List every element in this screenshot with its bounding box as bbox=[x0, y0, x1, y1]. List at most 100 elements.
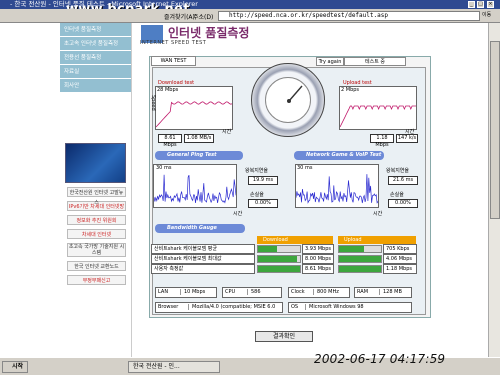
bandwidth-row-label: 산비트shark 케이블모뎀 최대값 bbox=[151, 254, 255, 264]
bandwidth-down-value: 8.00 Mbps bbox=[302, 254, 334, 264]
browser-label: Browser bbox=[158, 304, 179, 310]
bandwidth-upload-header: Upload bbox=[338, 236, 416, 244]
bandwidth-up-fill bbox=[339, 256, 381, 262]
banner-corruption-report[interactable]: 부정부패신고 bbox=[67, 275, 126, 285]
ping-loss-value: 0.00% bbox=[248, 199, 278, 208]
bandwidth-up-bar bbox=[338, 245, 382, 253]
os-value: Microsoft Windows 98 bbox=[305, 304, 364, 310]
game-avg-value: 21.6 ms bbox=[388, 176, 418, 185]
ping-series-line bbox=[153, 174, 237, 204]
bandwidth-up-value: 1.18 Mbps bbox=[383, 264, 417, 274]
download-graph-svg bbox=[155, 101, 233, 128]
ping-axis-label: 시간 bbox=[233, 211, 243, 217]
clock-value: 800 MHz bbox=[313, 289, 339, 295]
game-avg-label: 왕복지연율 bbox=[386, 168, 410, 174]
banner-committee[interactable]: 정보화 추진 위원회 bbox=[67, 215, 126, 225]
clock-info: Clock 800 MHz bbox=[288, 287, 350, 298]
cpu-info: CPU 586 bbox=[222, 287, 282, 298]
sidebar-item-archive[interactable]: 자료실 bbox=[60, 65, 131, 79]
speed-gauge bbox=[251, 63, 325, 137]
upload-graph-svg bbox=[339, 105, 416, 128]
banner-support-system[interactable]: 초고속 국가망 기술지원 시스템 bbox=[67, 243, 126, 257]
left-blank-area bbox=[0, 23, 60, 357]
clock-label: Clock bbox=[291, 289, 305, 295]
bandwidth-down-bar bbox=[257, 245, 301, 253]
sidebar-promo-image bbox=[65, 143, 126, 183]
bandwidth-up-bar bbox=[338, 255, 382, 263]
close-button[interactable]: × bbox=[487, 1, 494, 8]
scrollbar-thumb[interactable] bbox=[490, 41, 500, 219]
game-axis-label: 시간 bbox=[373, 211, 383, 217]
bandwidth-down-fill bbox=[258, 246, 278, 252]
address-toolbar: 즐겨찾기(A) 주소(D) http://speed.nca.or.kr/spe… bbox=[0, 9, 500, 23]
lan-value: 10 Mbps bbox=[180, 289, 206, 295]
download-speed-mbs: 1.08 MB/s bbox=[184, 134, 214, 143]
clock-overlay: 2002-06-17 04:17:59 bbox=[314, 352, 446, 366]
gauge-hub bbox=[287, 99, 291, 103]
browser-value: Mozilla/4.0 (compatible; MSIE 6.0 bbox=[188, 304, 276, 310]
download-y-label: Speed bbox=[150, 95, 156, 111]
ping-avg-value: 19.9 ms bbox=[248, 176, 278, 185]
address-label: 주소(D) bbox=[193, 14, 214, 21]
sidebar-item-broadband[interactable]: 초고속 인터넷 품질측정 bbox=[60, 37, 131, 51]
upload-series-line bbox=[339, 105, 416, 128]
upload-speed-kbs: 147 k/s bbox=[396, 134, 418, 143]
sidebar-item-company[interactable]: 회사안 bbox=[60, 79, 131, 93]
banner-next-internet[interactable]: 차세대 인터넷 bbox=[67, 229, 126, 239]
os-label: OS bbox=[291, 304, 299, 310]
ping-avg-label: 왕복지연율 bbox=[245, 168, 269, 174]
sidebar-item-quality[interactable]: 인터넷 품질측정 bbox=[60, 23, 131, 37]
bandwidth-down-fill bbox=[258, 256, 298, 262]
download-speed-mbps: 8.61 Mbps bbox=[158, 134, 182, 148]
page-title: 인터넷 품질측정 bbox=[168, 26, 250, 40]
ram-info: RAM 128 MB bbox=[354, 287, 412, 298]
ping-section-bar: General Ping Test bbox=[155, 151, 243, 160]
gauge-needle-svg bbox=[287, 85, 303, 103]
page-subtitle: INTERNET SPEED TEST bbox=[140, 40, 207, 46]
sidebar: 인터넷 품질측정 초고속 인터넷 품질측정 전용선 품질측정 자료실 회사안 한… bbox=[60, 23, 132, 357]
upload-peak-label: 2 Mbps bbox=[341, 87, 360, 93]
ram-label: RAM bbox=[357, 289, 369, 295]
sidebar-item-leased-line[interactable]: 전용선 품질측정 bbox=[60, 51, 131, 65]
upload-speed-mbps: 1.18 Mbps bbox=[370, 134, 394, 148]
cpu-label: CPU bbox=[225, 289, 236, 295]
vertical-scrollbar[interactable] bbox=[488, 23, 500, 357]
address-input[interactable]: http://speed.nca.or.kr/speedtest/default… bbox=[218, 11, 480, 21]
tab-wan-test[interactable]: WAN TEST bbox=[151, 56, 196, 66]
maximize-button[interactable]: □ bbox=[477, 1, 484, 8]
bandwidth-down-value: 3.93 Mbps bbox=[302, 244, 334, 254]
cpu-value: 586 bbox=[247, 289, 261, 295]
ping-graph-svg bbox=[153, 174, 237, 204]
bandwidth-row-label: 사용자 측정값 bbox=[151, 264, 255, 274]
os-info: OS Microsoft Windows 98 bbox=[288, 302, 412, 313]
banner-ipv6[interactable]: IPv6기반 차세대 인터넷망 bbox=[67, 201, 126, 211]
bandwidth-up-fill bbox=[339, 266, 381, 272]
banner-news[interactable]: 한국전산원 인터넷 고발뉴스 bbox=[67, 187, 126, 206]
ram-value: 128 MB bbox=[379, 289, 402, 295]
game-loss-label: 손실율 bbox=[390, 192, 404, 198]
gauge-needle bbox=[288, 85, 303, 102]
taskbar-item-ie[interactable]: 한국 전산원 - 인... bbox=[128, 361, 220, 373]
go-button[interactable]: 이동 bbox=[482, 11, 491, 18]
game-peak-label: 30 ms bbox=[297, 165, 313, 171]
download-axis-label: 시간 bbox=[222, 129, 232, 135]
lan-label: LAN bbox=[158, 289, 169, 295]
bandwidth-down-value: 8.61 Mbps bbox=[302, 264, 334, 274]
game-loss-value: 0.00% bbox=[388, 199, 418, 208]
ping-loss-label: 손실율 bbox=[250, 192, 264, 198]
minimize-button[interactable]: _ bbox=[468, 1, 475, 8]
confirm-result-button[interactable]: 결과확인 bbox=[255, 331, 313, 342]
bandwidth-section-bar: Bandwidth Gauge bbox=[155, 224, 245, 233]
bandwidth-up-bar bbox=[338, 265, 382, 273]
start-button[interactable]: 시작 bbox=[2, 361, 28, 373]
bandwidth-download-header: Download bbox=[257, 236, 333, 244]
ping-peak-label: 30 ms bbox=[156, 165, 172, 171]
game-section-bar: Network Game & VoIP Test bbox=[294, 151, 384, 160]
test-status-field: 테스트 중 bbox=[344, 57, 406, 66]
bandwidth-up-fill bbox=[339, 246, 365, 252]
bandwidth-up-value: 705 Kbps bbox=[383, 244, 417, 254]
banner-exchange-node[interactable]: 한국 인터넷 교환노드 bbox=[67, 261, 126, 271]
favorites-menu[interactable]: 즐겨찾기(A) bbox=[164, 12, 195, 21]
bandwidth-down-bar bbox=[257, 265, 301, 273]
browser-info: Browser Mozilla/4.0 (compatible; MSIE 6.0 bbox=[155, 302, 283, 313]
